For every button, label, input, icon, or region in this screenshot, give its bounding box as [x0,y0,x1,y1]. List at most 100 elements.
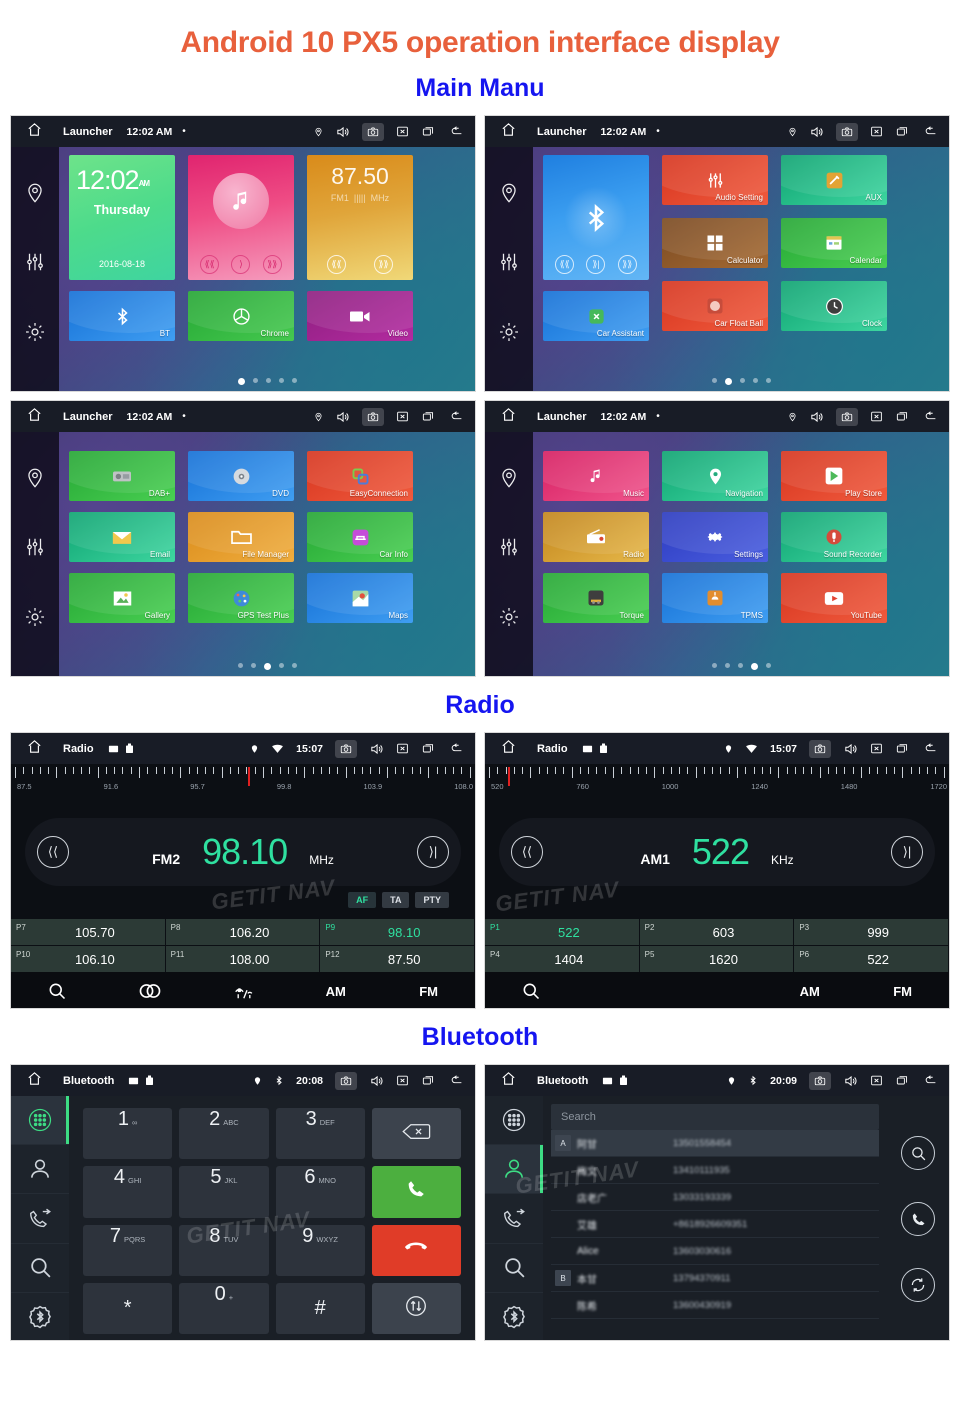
tile-dvd[interactable]: DVD [188,451,294,501]
dialpad-grid[interactable]: 1 ∞ 2 ABC 3 DEF 4 GHI 5 JKL 6 MNO 7 PQRS 8 TUV 9… [69,1096,475,1340]
screenshot-icon[interactable] [335,739,357,758]
contacts-search-button[interactable] [901,1136,935,1170]
preset-button[interactable]: P10 106.10 [11,945,166,972]
recents-icon[interactable] [421,1074,436,1087]
tile-maps[interactable]: Maps [307,573,413,623]
close-icon[interactable] [870,1074,883,1087]
home-icon[interactable] [491,121,525,143]
tile-audio-setting[interactable]: Audio Setting [662,155,768,205]
volume-icon[interactable] [843,1074,858,1088]
preset-button[interactable]: P3 999 [794,918,949,945]
frequency-scale[interactable]: 87.5 91.6 95.7 99.8 103.9 108.0 [11,764,475,806]
call-button[interactable] [371,1166,461,1218]
pty-button[interactable]: PTY [415,892,449,908]
recents-icon[interactable] [895,742,910,755]
backspace-key[interactable] [371,1108,461,1160]
volume-icon[interactable] [809,125,824,139]
volume-icon[interactable] [809,410,824,424]
home-icon[interactable] [491,738,525,760]
frequency-scale[interactable]: 520 760 1000 1240 1480 1720 [485,764,949,806]
music-widget-controls[interactable]: ⟪⟪ ⟩ ⟫⟫ [188,255,294,274]
navigation-rail-icon[interactable] [24,182,46,209]
dial-key-9[interactable]: 9 WXYZ [275,1224,365,1276]
recents-icon[interactable] [895,1074,910,1087]
radio-prev-icon[interactable]: ⟪⟪ [327,255,346,274]
back-icon[interactable] [922,125,939,138]
tile-easyconnection[interactable]: EasyConnection [307,451,413,501]
settings-rail-icon[interactable] [498,321,520,348]
back-icon[interactable] [448,125,465,138]
equalizer-rail-icon[interactable] [24,536,46,563]
tile-file-manager[interactable]: File Manager [188,512,294,562]
tile-email[interactable]: Email [69,512,175,562]
fm-button[interactable]: FM [856,984,949,999]
tile-chrome[interactable]: Chrome [188,291,294,341]
tile-video[interactable]: Video [307,291,413,341]
tile-calculator[interactable]: Calculator [662,218,768,268]
prev-icon[interactable]: ⟪⟪ [555,255,575,274]
contact-row[interactable]: B 本甘 13794370911 [551,1265,879,1292]
radio-screen-fm[interactable]: Radio 15:07 87.5 91.6 95.7 99.8 103.9 10… [10,732,476,1009]
settings-rail-icon[interactable] [498,606,520,633]
bluetooth-player-widget[interactable]: ⟪⟪ ⟫| ⟫⟫ [543,155,649,280]
music-widget[interactable]: ⟪⟪ ⟩ ⟫⟫ [188,155,294,280]
preset-button[interactable]: P7 105.70 [11,918,166,945]
prev-icon[interactable]: ⟪⟪ [200,255,220,274]
fm-button[interactable]: FM [382,984,475,999]
clock-widget[interactable]: 12:02AM Thursday 2016-08-18 [69,155,175,280]
back-icon[interactable] [448,742,465,755]
dial-key-8[interactable]: 8 TUV [179,1224,269,1276]
seek-down-button[interactable]: ⟨⟨ [37,836,69,868]
recents-icon[interactable] [421,742,436,755]
close-icon[interactable] [396,125,409,138]
rail-call-history[interactable] [11,1194,69,1244]
tile-torque[interactable]: Torque [543,573,649,623]
equalizer-rail-icon[interactable] [498,536,520,563]
page-indicator[interactable] [533,663,949,670]
dial-key-7[interactable]: 7 PQRS [83,1224,173,1276]
screenshot-icon[interactable] [335,1071,357,1090]
dial-key-star[interactable]: * [83,1282,173,1334]
dial-key-2[interactable]: 2 ABC [179,1108,269,1160]
am-button[interactable]: AM [763,984,856,999]
close-icon[interactable] [870,742,883,755]
home-icon[interactable] [17,738,51,760]
preset-button[interactable]: P8 106.20 [165,918,321,945]
radio-next-icon[interactable]: ⟫⟫ [374,255,393,274]
rail-contacts[interactable] [11,1145,69,1195]
bt-player-controls[interactable]: ⟪⟪ ⟫| ⟫⟫ [543,255,649,274]
screenshot-icon[interactable] [836,122,858,141]
navigation-rail-icon[interactable] [24,467,46,494]
back-icon[interactable] [448,1074,465,1087]
screenshot-icon[interactable] [809,739,831,758]
playpause-icon[interactable]: ⟫| [586,255,606,274]
screenshot-icon[interactable] [836,407,858,426]
equalizer-rail-icon[interactable] [498,251,520,278]
page-indicator[interactable] [59,663,475,670]
navigation-rail-icon[interactable] [498,182,520,209]
contacts-sync-button[interactable] [901,1268,935,1302]
rail-search[interactable] [485,1244,543,1293]
launcher-screen-page3[interactable]: Launcher 12:02 AM • DAB+ DVD EasyConnect… [10,400,476,677]
rail-dialpad[interactable] [11,1096,69,1146]
play-icon[interactable]: ⟩ [231,255,251,274]
contact-row[interactable]: 店老广 13033193339 [551,1184,879,1211]
contact-row[interactable]: 陈希 13600430919 [551,1292,879,1319]
dial-key-6[interactable]: 6 MNO [275,1166,365,1218]
back-icon[interactable] [922,410,939,423]
next-icon[interactable]: ⟫⟫ [262,255,282,274]
close-icon[interactable] [396,742,409,755]
back-icon[interactable] [922,1074,939,1087]
tile-car-float-ball[interactable]: Car Float Ball [662,281,768,331]
bluetooth-screen-contacts[interactable]: Bluetooth 20:09 Search A 阿甘 13501558454 … [484,1064,950,1341]
preset-button[interactable]: P2 603 [639,918,795,945]
audio-transfer-button[interactable] [371,1282,461,1334]
volume-icon[interactable] [335,410,350,424]
page-indicator[interactable] [533,378,949,385]
home-icon[interactable] [491,406,525,428]
back-icon[interactable] [448,410,465,423]
rail-call-history[interactable] [485,1194,543,1244]
ta-button[interactable]: TA [382,892,410,908]
tile-aux[interactable]: AUX [781,155,887,205]
dial-key-1[interactable]: 1 ∞ [83,1108,173,1160]
